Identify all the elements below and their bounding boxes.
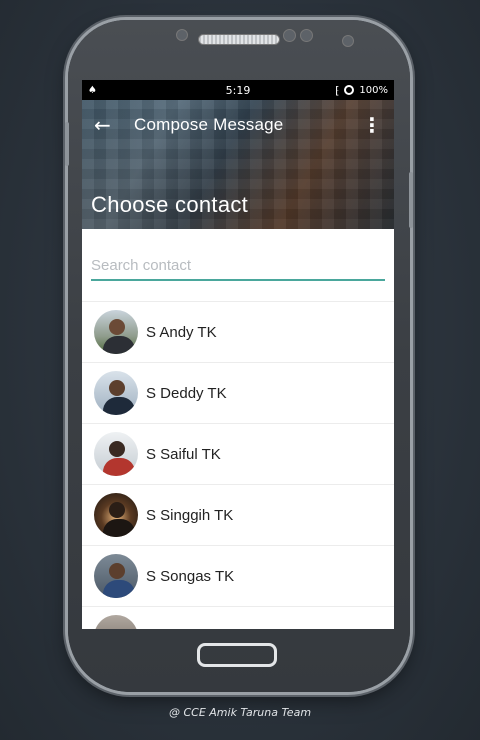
page-title: Choose contact bbox=[91, 192, 249, 217]
contact-item[interactable]: S Andy TK bbox=[82, 302, 394, 363]
contact-name: S Deddy TK bbox=[146, 384, 227, 402]
proximity-sensor bbox=[176, 29, 188, 41]
contact-item[interactable]: S Singgih TK bbox=[82, 485, 394, 546]
battery-icon bbox=[344, 85, 355, 95]
status-bar: ♠ 5:19 ⁅ 100% bbox=[82, 80, 394, 100]
front-camera bbox=[342, 35, 354, 47]
light-sensor bbox=[283, 29, 296, 42]
earpiece-speaker bbox=[198, 34, 280, 45]
avatar bbox=[94, 432, 138, 476]
contact-item-partial[interactable] bbox=[82, 607, 394, 629]
volume-button[interactable] bbox=[65, 122, 69, 166]
avatar bbox=[94, 371, 138, 415]
contact-name: S Saiful TK bbox=[146, 445, 221, 463]
overflow-menu-icon[interactable]: ⋮ bbox=[362, 113, 382, 137]
light-sensor-2 bbox=[300, 29, 313, 42]
avatar bbox=[94, 615, 138, 629]
avatar bbox=[94, 310, 138, 354]
toolbar-title: Compose Message bbox=[134, 115, 284, 134]
toolbar: ← Compose Message ⋮ bbox=[82, 100, 394, 150]
contact-name: S Andy TK bbox=[146, 323, 217, 341]
android-notification-icon: ♠ bbox=[88, 84, 97, 96]
home-button[interactable] bbox=[197, 643, 277, 667]
search-input[interactable] bbox=[91, 253, 385, 281]
signal-icon: ⁅ bbox=[335, 83, 340, 97]
search-container bbox=[82, 229, 394, 287]
contact-name: S Singgih TK bbox=[146, 506, 234, 524]
back-arrow-icon[interactable]: ← bbox=[94, 113, 134, 137]
credit-text: @ CCE Amik Taruna Team bbox=[168, 706, 312, 719]
power-button[interactable] bbox=[409, 172, 413, 228]
phone-screen: ♠ 5:19 ⁅ 100% ← Compose Message ⋮ Choose… bbox=[82, 80, 394, 629]
header-banner: ← Compose Message ⋮ Choose contact bbox=[82, 100, 394, 229]
battery-percent: 100% bbox=[359, 84, 388, 96]
avatar bbox=[94, 493, 138, 537]
avatar bbox=[94, 554, 138, 598]
contact-list: S Andy TK S Deddy TK S Saiful TK S Singg… bbox=[82, 301, 394, 629]
contact-item[interactable]: S Deddy TK bbox=[82, 363, 394, 424]
contact-item[interactable]: S Songas TK bbox=[82, 546, 394, 607]
contact-item[interactable]: S Saiful TK bbox=[82, 424, 394, 485]
contact-name: S Songas TK bbox=[146, 567, 235, 585]
status-time: 5:19 bbox=[225, 83, 251, 97]
